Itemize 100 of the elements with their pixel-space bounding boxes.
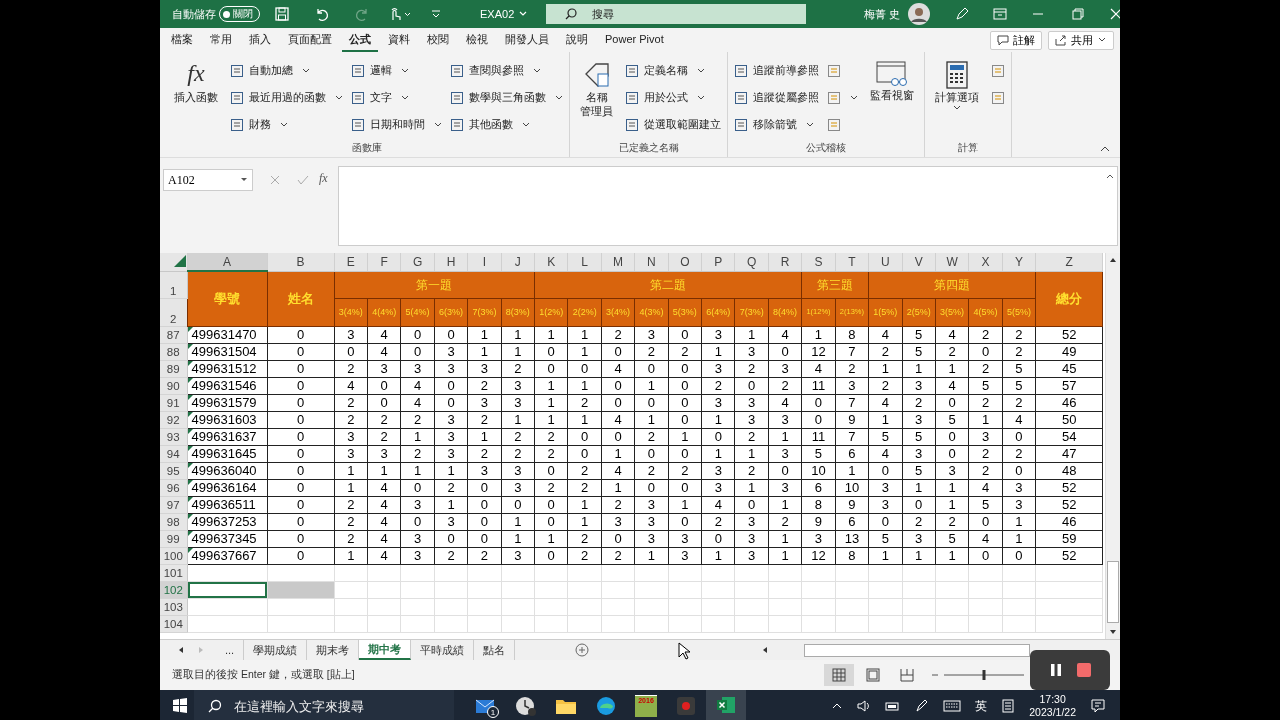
table-cell: 2 bbox=[634, 462, 669, 479]
taskbar-app[interactable]: 1 bbox=[466, 690, 506, 720]
vertical-scrollbar[interactable] bbox=[1105, 253, 1120, 639]
table-cell: 2 bbox=[400, 411, 435, 428]
ribbon-button[interactable]: 追蹤前導參照 bbox=[734, 60, 819, 81]
ribbon-button[interactable]: 用於公式 bbox=[625, 87, 721, 108]
column-header[interactable]: R bbox=[768, 253, 802, 271]
column-header[interactable]: X bbox=[968, 253, 1003, 271]
menu-tab[interactable]: Power Pivot bbox=[598, 28, 671, 52]
save-icon[interactable] bbox=[274, 6, 290, 22]
notifications-icon[interactable] bbox=[1090, 698, 1106, 714]
column-header[interactable]: S bbox=[801, 253, 836, 271]
pen-icon[interactable] bbox=[915, 699, 930, 713]
menu-tab[interactable]: 檔案 bbox=[164, 28, 200, 52]
column-header[interactable]: U bbox=[868, 253, 902, 271]
ribbon-button[interactable]: 定義名稱 bbox=[625, 60, 721, 81]
ribbon-button[interactable]: 移除箭號 bbox=[734, 114, 819, 135]
column-header[interactable]: K bbox=[534, 253, 568, 271]
column-header[interactable]: M bbox=[601, 253, 635, 271]
ribbon-button[interactable]: 數學與三角函數 bbox=[450, 87, 563, 108]
column-header[interactable]: B bbox=[267, 253, 335, 271]
insert-function-button[interactable]: fx bbox=[319, 171, 328, 186]
close-icon[interactable] bbox=[1108, 6, 1120, 22]
restore-icon[interactable] bbox=[1070, 6, 1087, 22]
ribbon-button[interactable]: 文字 bbox=[351, 87, 442, 108]
menu-tab[interactable]: 頁面配置 bbox=[281, 28, 339, 52]
column-header[interactable]: Q bbox=[734, 253, 769, 271]
column-header[interactable]: H bbox=[434, 253, 468, 271]
taskbar-app[interactable] bbox=[706, 690, 746, 720]
speaker-icon[interactable] bbox=[857, 699, 872, 713]
pause-icon[interactable] bbox=[1048, 662, 1064, 678]
column-header[interactable]: Z bbox=[1035, 253, 1103, 271]
name-box[interactable]: A102 bbox=[163, 169, 253, 191]
table-cell: 0 bbox=[902, 496, 936, 513]
ribbon-button[interactable]: 最近用過的函數 bbox=[230, 87, 343, 108]
ribbon-button[interactable]: 日期和時間 bbox=[351, 114, 442, 135]
menu-tab[interactable]: 開發人員 bbox=[498, 28, 556, 52]
menu-tab[interactable]: 常用 bbox=[203, 28, 239, 52]
column-header[interactable]: V bbox=[902, 253, 936, 271]
battery-icon[interactable] bbox=[885, 700, 902, 712]
system-clock[interactable]: 17:30 2023/1/22 bbox=[1029, 693, 1076, 719]
row-number[interactable]: 1 bbox=[160, 271, 187, 298]
ribbon-large-button[interactable]: 名稱 管理員 bbox=[576, 56, 617, 122]
formula-input[interactable] bbox=[337, 166, 1118, 246]
collapse-ribbon-icon[interactable] bbox=[1100, 145, 1110, 153]
menu-tab[interactable]: 檢視 bbox=[459, 28, 495, 52]
scrollbar-thumb[interactable] bbox=[804, 643, 1030, 657]
avatar[interactable] bbox=[908, 3, 931, 25]
ribbon-large-button[interactable]: 監看視窗 bbox=[866, 56, 918, 106]
ribbon-large-button[interactable]: 計算選項 bbox=[931, 56, 983, 115]
sheet-tab[interactable]: 期中考 bbox=[359, 640, 412, 660]
file-name-button[interactable]: EXA02 bbox=[480, 8, 529, 20]
ribbon-button[interactable]: 自動加總 bbox=[230, 60, 343, 81]
column-header[interactable]: W bbox=[935, 253, 969, 271]
input-language[interactable]: 英 bbox=[975, 697, 988, 715]
column-header[interactable]: N bbox=[634, 253, 669, 271]
table-cell: 3 bbox=[501, 462, 535, 479]
menu-tab[interactable]: 資料 bbox=[381, 28, 417, 52]
column-header[interactable]: J bbox=[501, 253, 535, 271]
scrollbar-thumb[interactable] bbox=[1107, 561, 1120, 623]
column-header[interactable]: E bbox=[334, 253, 368, 271]
ribbon-button[interactable]: 從選取範圍建立 bbox=[625, 114, 721, 135]
ribbon-button[interactable]: 查閱與參照 bbox=[450, 60, 563, 81]
ribbon-large-button[interactable]: fx 插入函數 bbox=[170, 56, 222, 108]
column-header[interactable]: P bbox=[701, 253, 735, 271]
menu-tab[interactable]: 插入 bbox=[242, 28, 278, 52]
keyboard-icon[interactable] bbox=[943, 700, 962, 712]
normal-view-icon[interactable] bbox=[824, 664, 854, 686]
search-field[interactable]: 搜尋 bbox=[546, 4, 807, 24]
row-number[interactable]: 2 bbox=[160, 298, 187, 326]
column-header[interactable]: I bbox=[467, 253, 502, 271]
ribbon-button[interactable]: 財務 bbox=[230, 114, 343, 135]
add-sheet-icon[interactable] bbox=[575, 643, 590, 657]
menu-tab[interactable]: 校閱 bbox=[420, 28, 456, 52]
stop-icon[interactable] bbox=[1076, 662, 1092, 678]
input-method-icon[interactable] bbox=[1001, 699, 1016, 713]
check-icon[interactable] bbox=[297, 174, 309, 186]
ribbon-button[interactable]: 追蹤從屬參照 bbox=[734, 87, 819, 108]
share-button[interactable]: 共用 bbox=[1048, 30, 1114, 50]
ribbon-group-label: 計算 bbox=[957, 141, 979, 155]
caret-icon[interactable] bbox=[1106, 173, 1114, 179]
column-header[interactable]: T bbox=[835, 253, 869, 271]
column-header[interactable]: O bbox=[668, 253, 702, 271]
menu-tab[interactable]: 說明 bbox=[559, 28, 595, 52]
column-header[interactable]: G bbox=[400, 253, 435, 271]
selected-cell[interactable] bbox=[187, 581, 268, 598]
table-cell: 2 bbox=[467, 411, 502, 428]
taskbar-search-field[interactable]: 在這裡輸入文字來搜尋 bbox=[194, 690, 454, 720]
search-icon bbox=[564, 7, 579, 21]
undo-icon[interactable] bbox=[314, 6, 330, 22]
table-cell: 499637253 bbox=[187, 513, 268, 530]
column-header[interactable]: L bbox=[567, 253, 602, 271]
ribbon-display-icon[interactable] bbox=[992, 6, 1009, 22]
column-header[interactable]: A bbox=[187, 253, 268, 271]
column-header[interactable]: Y bbox=[1002, 253, 1036, 271]
ribbon-button[interactable]: 邏輯 bbox=[351, 60, 442, 81]
ribbon-button[interactable]: 其他函數 bbox=[450, 114, 563, 135]
windows-logo-icon[interactable] bbox=[172, 698, 188, 714]
column-header[interactable]: F bbox=[367, 253, 401, 271]
comment-button[interactable]: 註解 bbox=[990, 30, 1042, 50]
